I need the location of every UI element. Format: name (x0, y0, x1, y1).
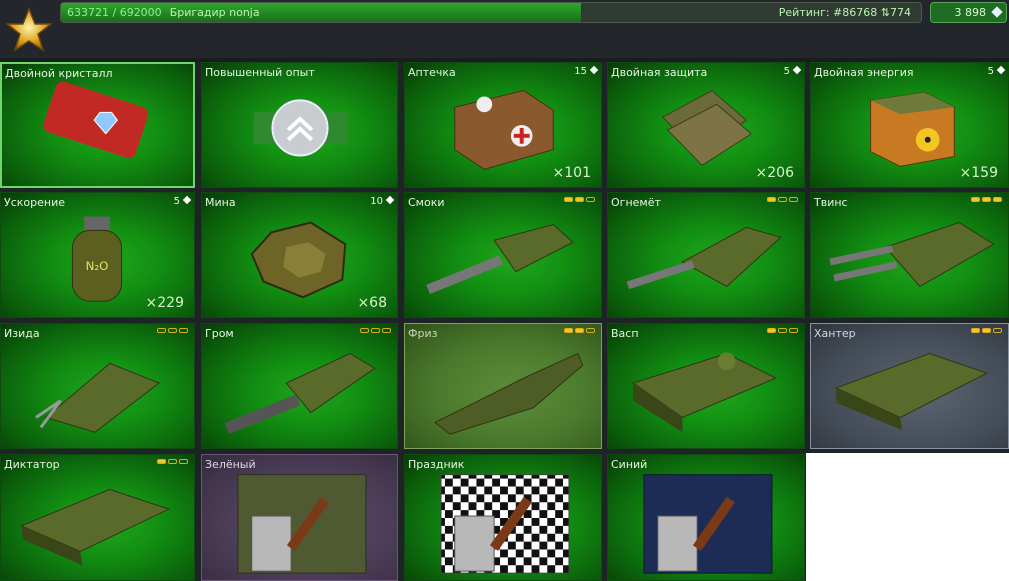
item-twins[interactable]: Твинс (810, 192, 1009, 318)
item-paint-blue[interactable]: Синий (607, 454, 805, 581)
turret-firebird-icon (626, 226, 782, 290)
experience-bar: 633721 / 692000 Бригадир nonja Рейтинг: #… (60, 2, 922, 23)
item-freeze[interactable]: Фриз (404, 323, 602, 449)
item-quantity: ×159 (959, 165, 998, 181)
paint-blue-icon (643, 474, 773, 574)
item-double-armor[interactable]: Двойная защита 5 ×206 (607, 62, 805, 188)
turret-freeze-icon (434, 352, 584, 435)
hull-hunter-icon (834, 353, 989, 431)
item-repair-kit[interactable]: Аптечка 15 ×101 (404, 62, 602, 188)
paint-checkered-icon (440, 474, 570, 574)
item-quantity: ×101 (552, 165, 591, 181)
crystal-icon (991, 6, 1003, 18)
hull-wasp-icon (632, 352, 778, 433)
rating-label: Рейтинг: #86768 (778, 6, 878, 19)
item-thunder[interactable]: Гром (201, 323, 398, 449)
item-firebird[interactable]: Огнемёт (607, 192, 805, 318)
item-quantity: ×68 (357, 295, 387, 311)
item-paint-green[interactable]: Зелёный (201, 454, 398, 581)
item-boost-experience[interactable]: Повышенный опыт (201, 62, 398, 188)
turret-twins-icon (829, 221, 995, 288)
item-nitro[interactable]: Ускорение 5 N₂O ×229 (0, 192, 195, 318)
item-double-crystal[interactable]: Двойной кристалл (0, 62, 195, 188)
rating-change-icon: ⇅ (880, 6, 890, 19)
experience-medal-icon (253, 99, 348, 157)
rating-delta: 774 (890, 6, 911, 19)
paint-green-icon (237, 474, 367, 574)
crystal-card-icon (43, 81, 149, 159)
hull-dictator-icon (19, 488, 171, 566)
item-double-power[interactable]: Двойная энергия 5 ×159 (810, 62, 1009, 188)
experience-text: 633721 / 692000 Бригадир nonja (67, 6, 260, 19)
star-rank-icon[interactable] (6, 7, 52, 53)
item-isida[interactable]: Изида (0, 323, 195, 449)
top-bar: 633721 / 692000 Бригадир nonja Рейтинг: #… (0, 0, 1009, 58)
item-quantity: ×206 (755, 165, 794, 181)
crystal-balance[interactable]: 3 898 (930, 2, 1007, 23)
crystal-count: 3 898 (954, 6, 987, 19)
svg-text:N₂O: N₂O (86, 259, 109, 273)
rating: Рейтинг: #86768 ⇅774 (779, 6, 911, 19)
item-wasp[interactable]: Васп (607, 323, 805, 449)
item-mine[interactable]: Мина 10 ×68 (201, 192, 398, 318)
item-paint-holiday[interactable]: Праздник (404, 454, 602, 581)
turret-thunder-icon (224, 352, 376, 435)
player-name: Бригадир nonja (169, 6, 260, 19)
item-quantity: ×229 (145, 295, 184, 311)
empty-area (806, 453, 1009, 581)
turret-isida-icon (35, 362, 160, 433)
turret-smoky-icon (426, 223, 574, 294)
item-smoky[interactable]: Смоки (404, 192, 602, 318)
item-dictator[interactable]: Диктатор (0, 454, 195, 581)
item-hunter[interactable]: Хантер (810, 323, 1009, 449)
